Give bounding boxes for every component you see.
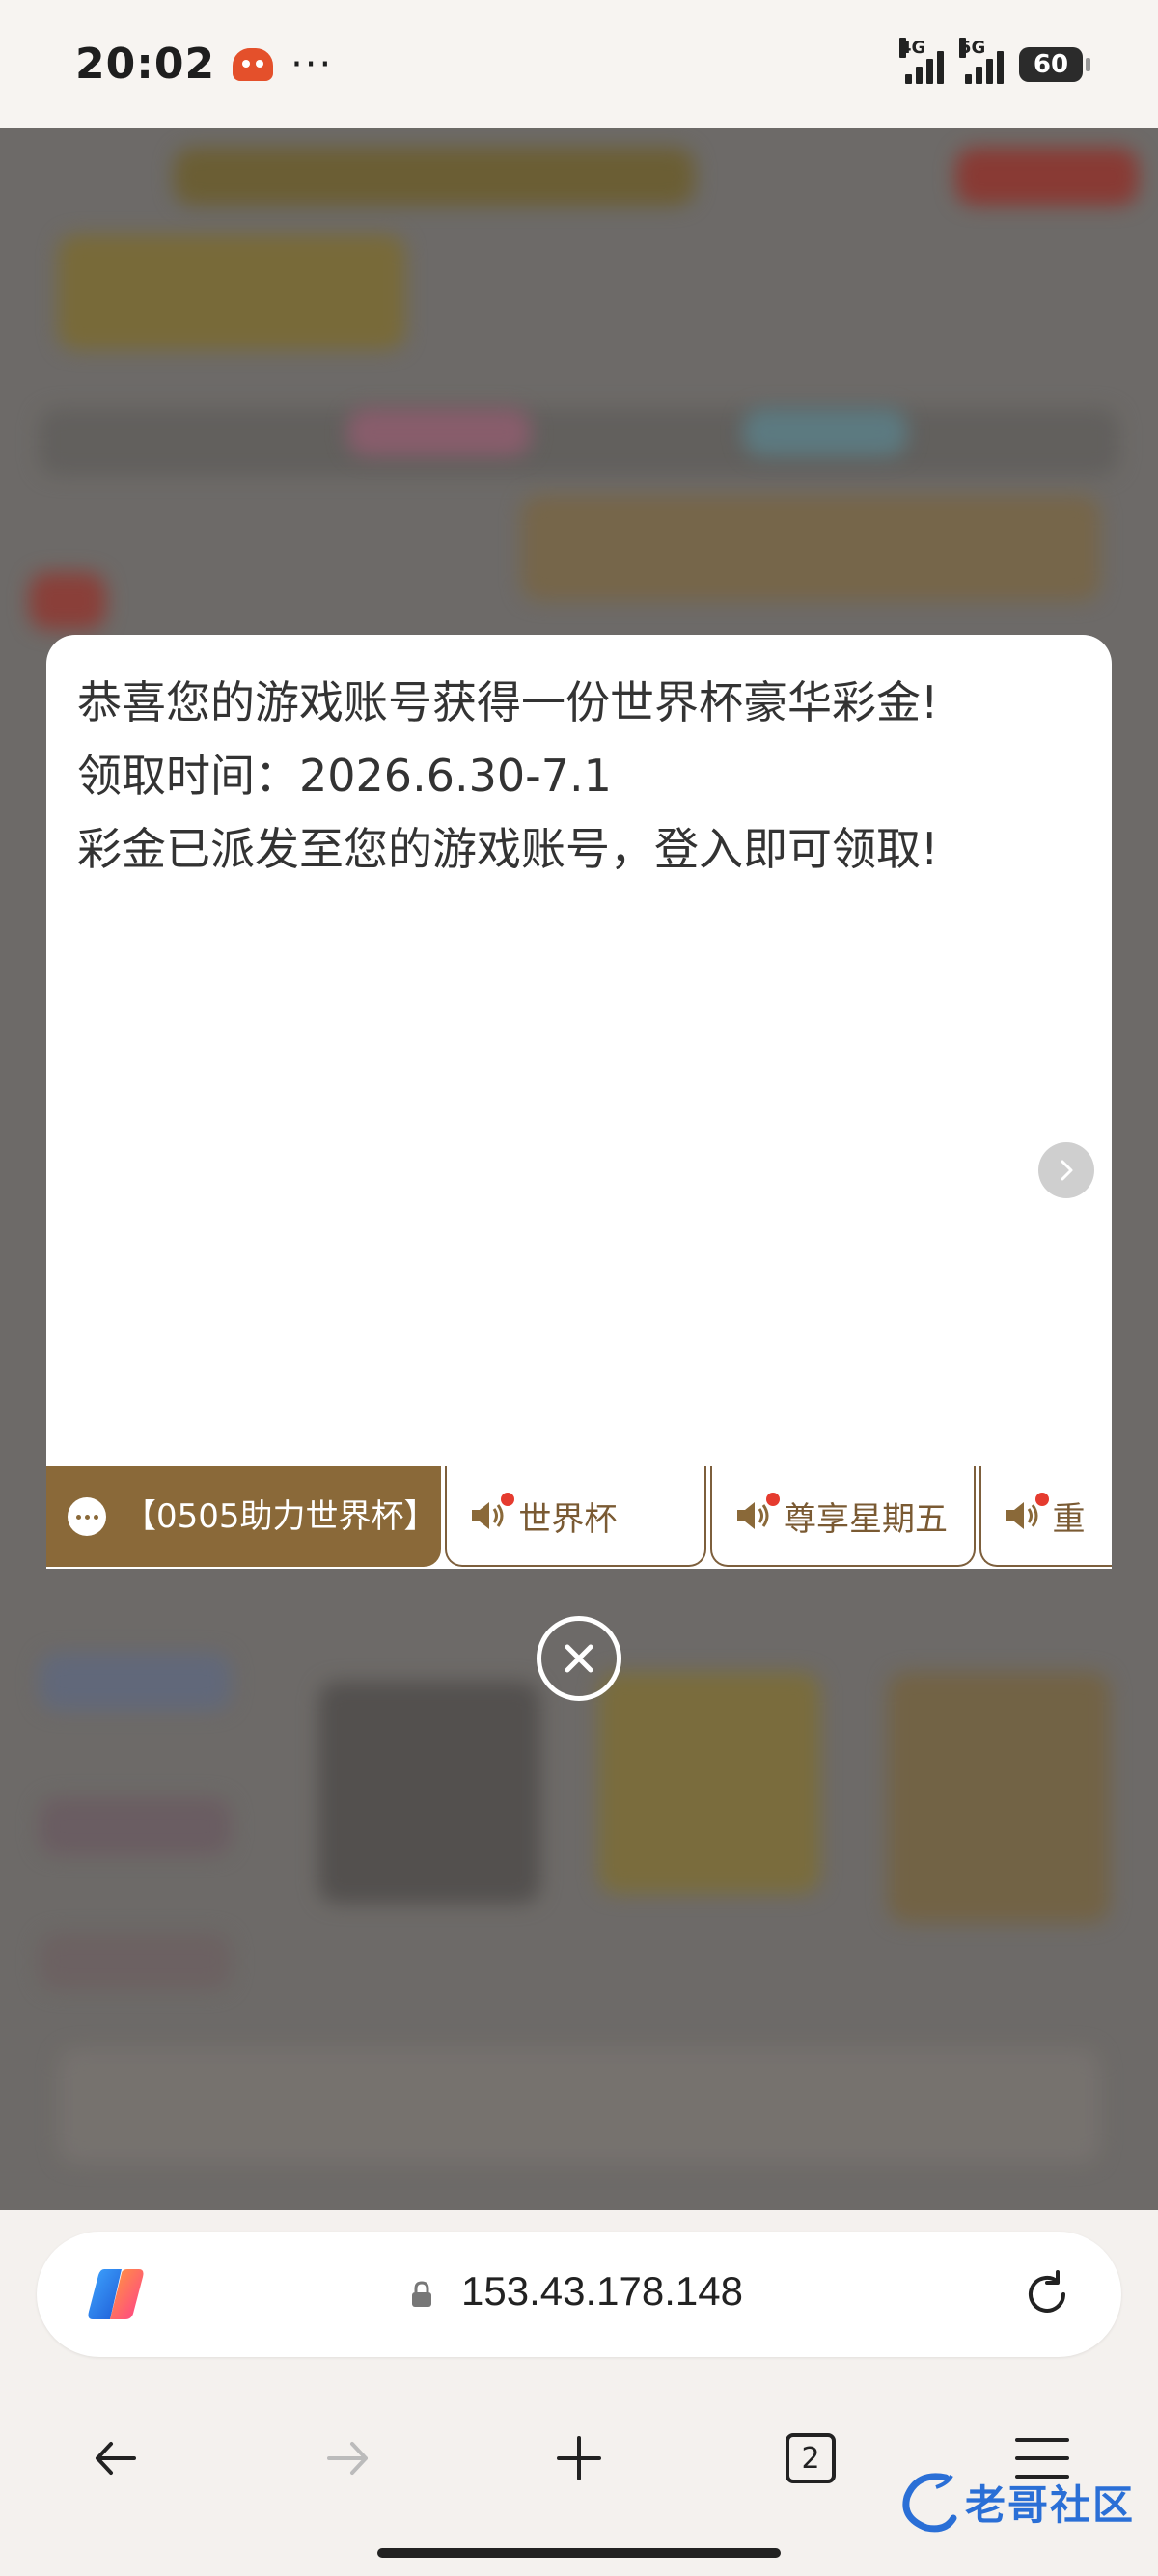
announcement-line: 恭喜您的游戏账号获得一份世界杯豪华彩金! (77, 676, 939, 728)
signal-5g-icon: 5G (959, 37, 1004, 84)
signal-4g-icon: 4G (899, 37, 944, 84)
copilot-icon[interactable] (83, 2263, 149, 2325)
speaker-icon (468, 1493, 515, 1533)
back-button[interactable] (77, 2420, 154, 2497)
watermark-text: 老哥社区 (965, 2480, 1136, 2529)
announcement-line: 彩金已派发至您的游戏账号，登入即可领取! (77, 823, 939, 875)
status-left: 20:02 ··· (75, 40, 333, 89)
tab-label: 世界杯 (518, 1499, 618, 1539)
tab-0505-world-cup[interactable]: 【0505助力世界杯】 (46, 1466, 442, 1567)
close-dialog-button[interactable] (537, 1616, 621, 1701)
lock-icon (412, 2281, 431, 2307)
url-text: 153.43.178.148 (461, 2268, 743, 2314)
status-bar: 20:02 ··· 4G 5G 60 (0, 0, 1158, 128)
arrow-right-icon (327, 2442, 368, 2475)
reload-icon[interactable] (1019, 2266, 1075, 2322)
tab-world-cup[interactable]: 世界杯 (445, 1466, 707, 1567)
status-time: 20:02 (75, 40, 216, 89)
chevron-right-icon (1061, 1160, 1073, 1181)
announcement-dialog: 恭喜您的游戏账号获得一份世界杯豪华彩金! 领取时间：2026.6.30-7.1 … (46, 635, 1112, 1569)
more-notifications-icon: ··· (290, 41, 334, 87)
plus-icon (557, 2436, 601, 2480)
address-bar[interactable]: 153.43.178.148 (37, 2232, 1121, 2357)
app-notification-icon (233, 47, 274, 81)
speaker-icon (733, 1493, 781, 1533)
tabs-button[interactable]: 2 (772, 2420, 849, 2497)
browser-address-area: 153.43.178.148 (0, 2210, 1158, 2357)
speaker-icon (1003, 1493, 1049, 1533)
status-right: 4G 5G 60 (899, 37, 1090, 84)
battery-icon: 60 (1019, 46, 1090, 82)
announcement-tabs: 【0505助力世界杯】 世界杯 尊享星期五 重 (46, 1466, 1112, 1569)
tab-label: 尊享星期五 (784, 1499, 949, 1539)
tab-label: 重 (1052, 1499, 1086, 1539)
dragon-logo-icon (902, 2473, 957, 2533)
forward-button[interactable] (309, 2420, 386, 2497)
watermark: 老哥社区 (897, 2458, 1135, 2545)
tab-premium-friday[interactable]: 尊享星期五 (710, 1466, 976, 1567)
home-indicator[interactable] (377, 2548, 781, 2558)
tab-partial[interactable]: 重 (979, 1466, 1112, 1567)
next-announcement-button[interactable] (1038, 1142, 1094, 1198)
tab-label: 【0505助力世界杯】 (124, 1497, 437, 1536)
chat-icon (68, 1497, 106, 1536)
announcement-line: 领取时间：2026.6.30-7.1 (77, 750, 612, 802)
close-icon (565, 1644, 593, 1673)
new-tab-button[interactable] (540, 2420, 618, 2497)
announcement-text: 恭喜您的游戏账号获得一份世界杯豪华彩金! 领取时间：2026.6.30-7.1 … (77, 666, 1073, 886)
tab-count: 2 (786, 2433, 836, 2483)
arrow-left-icon (96, 2442, 136, 2475)
